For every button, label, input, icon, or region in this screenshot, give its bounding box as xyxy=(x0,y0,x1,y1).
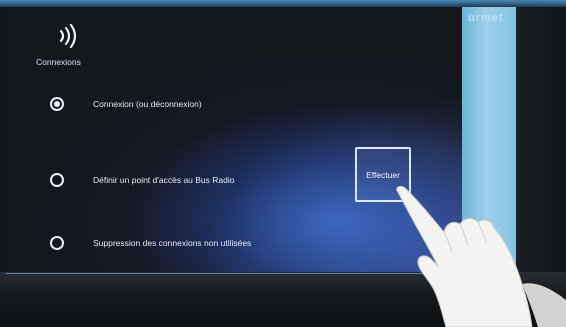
option-label: Connexion (ou déconnexion) xyxy=(93,99,202,109)
radio-button[interactable] xyxy=(50,236,64,250)
option-point-acces[interactable]: Définir un point d'accès au Bus Radio xyxy=(50,170,234,190)
pointing-hand-icon xyxy=(396,185,566,327)
option-label: Suppression des connexions non utilisées xyxy=(93,238,252,248)
option-suppression[interactable]: Suppression des connexions non utilisées xyxy=(50,233,251,253)
option-label: Définir un point d'accès au Bus Radio xyxy=(93,175,235,185)
option-connexion[interactable]: Connexion (ou déconnexion) xyxy=(50,94,202,114)
radio-button-selected[interactable] xyxy=(50,97,64,111)
device-frame: urmet Connexions Connexion (ou déconnexi… xyxy=(0,0,566,327)
page-title: Connexions xyxy=(36,57,81,67)
radio-button[interactable] xyxy=(50,173,64,187)
top-edge xyxy=(0,0,566,7)
brand-logo: urmet xyxy=(468,12,504,24)
wireless-signal-icon xyxy=(59,23,77,49)
